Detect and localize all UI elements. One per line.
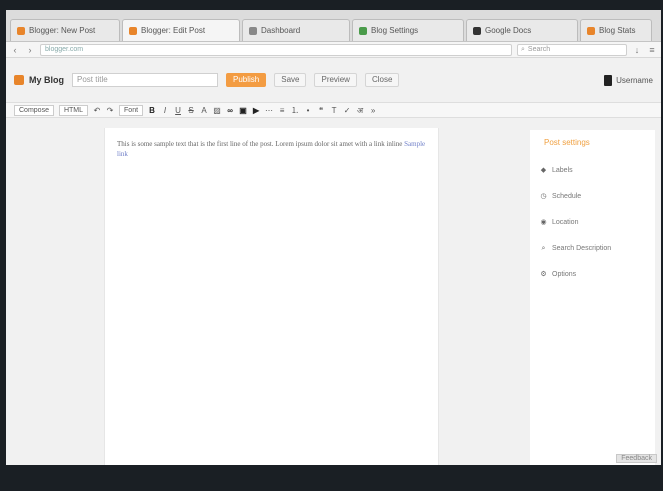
location-icon: ◉ <box>540 218 547 226</box>
tab-label: Blog Settings <box>371 26 419 35</box>
browser-window: Blogger: New Post Blogger: Edit Post Das… <box>6 10 661 465</box>
post-title-input[interactable]: Post title <box>72 73 218 87</box>
close-button[interactable]: Close <box>364 73 400 87</box>
tag-icon: ◆ <box>540 166 547 174</box>
post-title-placeholder: Post title <box>77 75 108 84</box>
link-icon[interactable]: ∞ <box>226 106 234 115</box>
tab-blogger-edit-post[interactable]: Blogger: Edit Post <box>122 19 240 41</box>
browser-search-field[interactable]: ⌕ Search <box>517 43 627 56</box>
post-body-paragraph: This is some sample text that is the fir… <box>117 140 403 148</box>
redo-icon[interactable]: ↷ <box>106 106 114 115</box>
user-menu[interactable]: Username <box>604 74 653 86</box>
quote-icon[interactable]: ❝ <box>317 106 325 115</box>
editor-area: This is some sample text that is the fir… <box>6 118 661 465</box>
back-icon[interactable]: ‹ <box>10 45 20 55</box>
url-text: blogger.com <box>45 46 84 53</box>
tab-label: Blog Stats <box>599 26 636 35</box>
app-header: My Blog Post title Publish Save Preview … <box>6 58 661 102</box>
post-settings-title: Post settings <box>544 138 590 147</box>
sidebar-item-label: Labels <box>552 166 573 174</box>
blog-brand[interactable]: My Blog <box>14 75 64 85</box>
user-name: Username <box>616 75 653 85</box>
search-icon: ⌕ <box>521 45 525 53</box>
align-icon[interactable]: ≡ <box>278 106 286 115</box>
bullet-list-icon[interactable]: • <box>304 106 312 115</box>
highlight-icon[interactable]: ▨ <box>213 106 221 115</box>
sidebar-item-search-description[interactable]: ⌕ Search Description <box>530 235 655 261</box>
tab-label: Blogger: Edit Post <box>141 26 206 35</box>
tab-dashboard[interactable]: Dashboard <box>242 19 350 41</box>
html-mode-button[interactable]: HTML <box>58 104 89 116</box>
bold-icon[interactable]: B <box>148 106 156 115</box>
tab-label: Dashboard <box>261 26 301 35</box>
menu-icon[interactable]: ≡ <box>647 45 657 55</box>
sidebar-item-options[interactable]: ⚙ Options <box>530 261 655 287</box>
tab-google-docs[interactable]: Google Docs <box>466 19 578 41</box>
publish-button[interactable]: Publish <box>226 73 267 87</box>
strikethrough-icon[interactable]: S <box>187 106 195 115</box>
tab-label: Google Docs <box>485 26 532 35</box>
favicon-icon <box>473 26 481 35</box>
save-button[interactable]: Save <box>274 73 307 87</box>
image-icon[interactable]: ▣ <box>239 106 247 115</box>
post-body-editor[interactable]: This is some sample text that is the fir… <box>104 128 439 465</box>
sidebar-item-label: Options <box>552 270 577 278</box>
search-icon: ⌕ <box>541 244 546 252</box>
language-icon[interactable]: अ <box>356 106 364 115</box>
tab-blogger-new-post[interactable]: Blogger: New Post <box>10 19 120 41</box>
forward-icon[interactable]: › <box>25 45 35 55</box>
tab-label: Blogger: New Post <box>29 26 96 35</box>
jump-break-icon[interactable]: ⋯ <box>265 106 273 115</box>
numbered-list-icon[interactable]: ⒈ <box>291 106 299 115</box>
clear-format-icon[interactable]: T <box>330 106 338 115</box>
post-settings-sidebar: Post settings ◆ Labels ◷ Schedule ◉ Loca… <box>530 130 655 465</box>
blogger-logo-icon <box>14 75 24 85</box>
favicon-icon <box>587 26 595 35</box>
url-field[interactable]: blogger.com <box>40 43 512 56</box>
sidebar-item-label: Search Description <box>552 244 612 252</box>
gear-icon: ⚙ <box>540 270 547 278</box>
text-color-icon[interactable]: A <box>200 106 208 115</box>
sidebar-item-labels[interactable]: ◆ Labels <box>530 157 655 183</box>
compose-mode-button[interactable]: Compose <box>14 104 54 116</box>
spellcheck-icon[interactable]: ✓ <box>343 106 351 115</box>
avatar <box>604 74 613 86</box>
underline-icon[interactable]: U <box>174 106 182 115</box>
undo-icon[interactable]: ↶ <box>93 106 101 115</box>
tab-strip: Blogger: New Post Blogger: Edit Post Das… <box>6 10 661 42</box>
tab-blog-stats[interactable]: Blog Stats <box>580 19 652 41</box>
blog-name: My Blog <box>29 75 64 85</box>
sidebar-item-label: Location <box>552 218 579 226</box>
clock-icon: ◷ <box>540 192 547 200</box>
favicon-icon <box>359 26 367 35</box>
favicon-icon <box>129 26 137 35</box>
sidebar-item-schedule[interactable]: ◷ Schedule <box>530 183 655 209</box>
video-icon[interactable]: ▶ <box>252 106 260 115</box>
more-icon[interactable]: » <box>369 106 377 115</box>
font-select[interactable]: Font <box>119 104 144 116</box>
post-body-text[interactable]: This is some sample text that is the fir… <box>117 140 426 159</box>
italic-icon[interactable]: I <box>161 106 169 115</box>
favicon-icon <box>17 26 25 35</box>
favicon-icon <box>249 26 257 35</box>
tab-blog-settings[interactable]: Blog Settings <box>352 19 464 41</box>
preview-button[interactable]: Preview <box>314 73 357 87</box>
formatting-toolbar: Compose HTML ↶ ↷ Font B I U S A ▨ ∞ ▣ ▶ … <box>6 102 661 118</box>
sidebar-item-location[interactable]: ◉ Location <box>530 209 655 235</box>
sidebar-item-label: Schedule <box>552 192 582 200</box>
feedback-button[interactable]: Feedback <box>616 454 657 463</box>
download-icon[interactable]: ↓ <box>632 45 642 55</box>
address-bar-row: ‹ › blogger.com ⌕ Search ↓ ≡ <box>6 42 661 58</box>
search-placeholder: Search <box>527 46 551 53</box>
